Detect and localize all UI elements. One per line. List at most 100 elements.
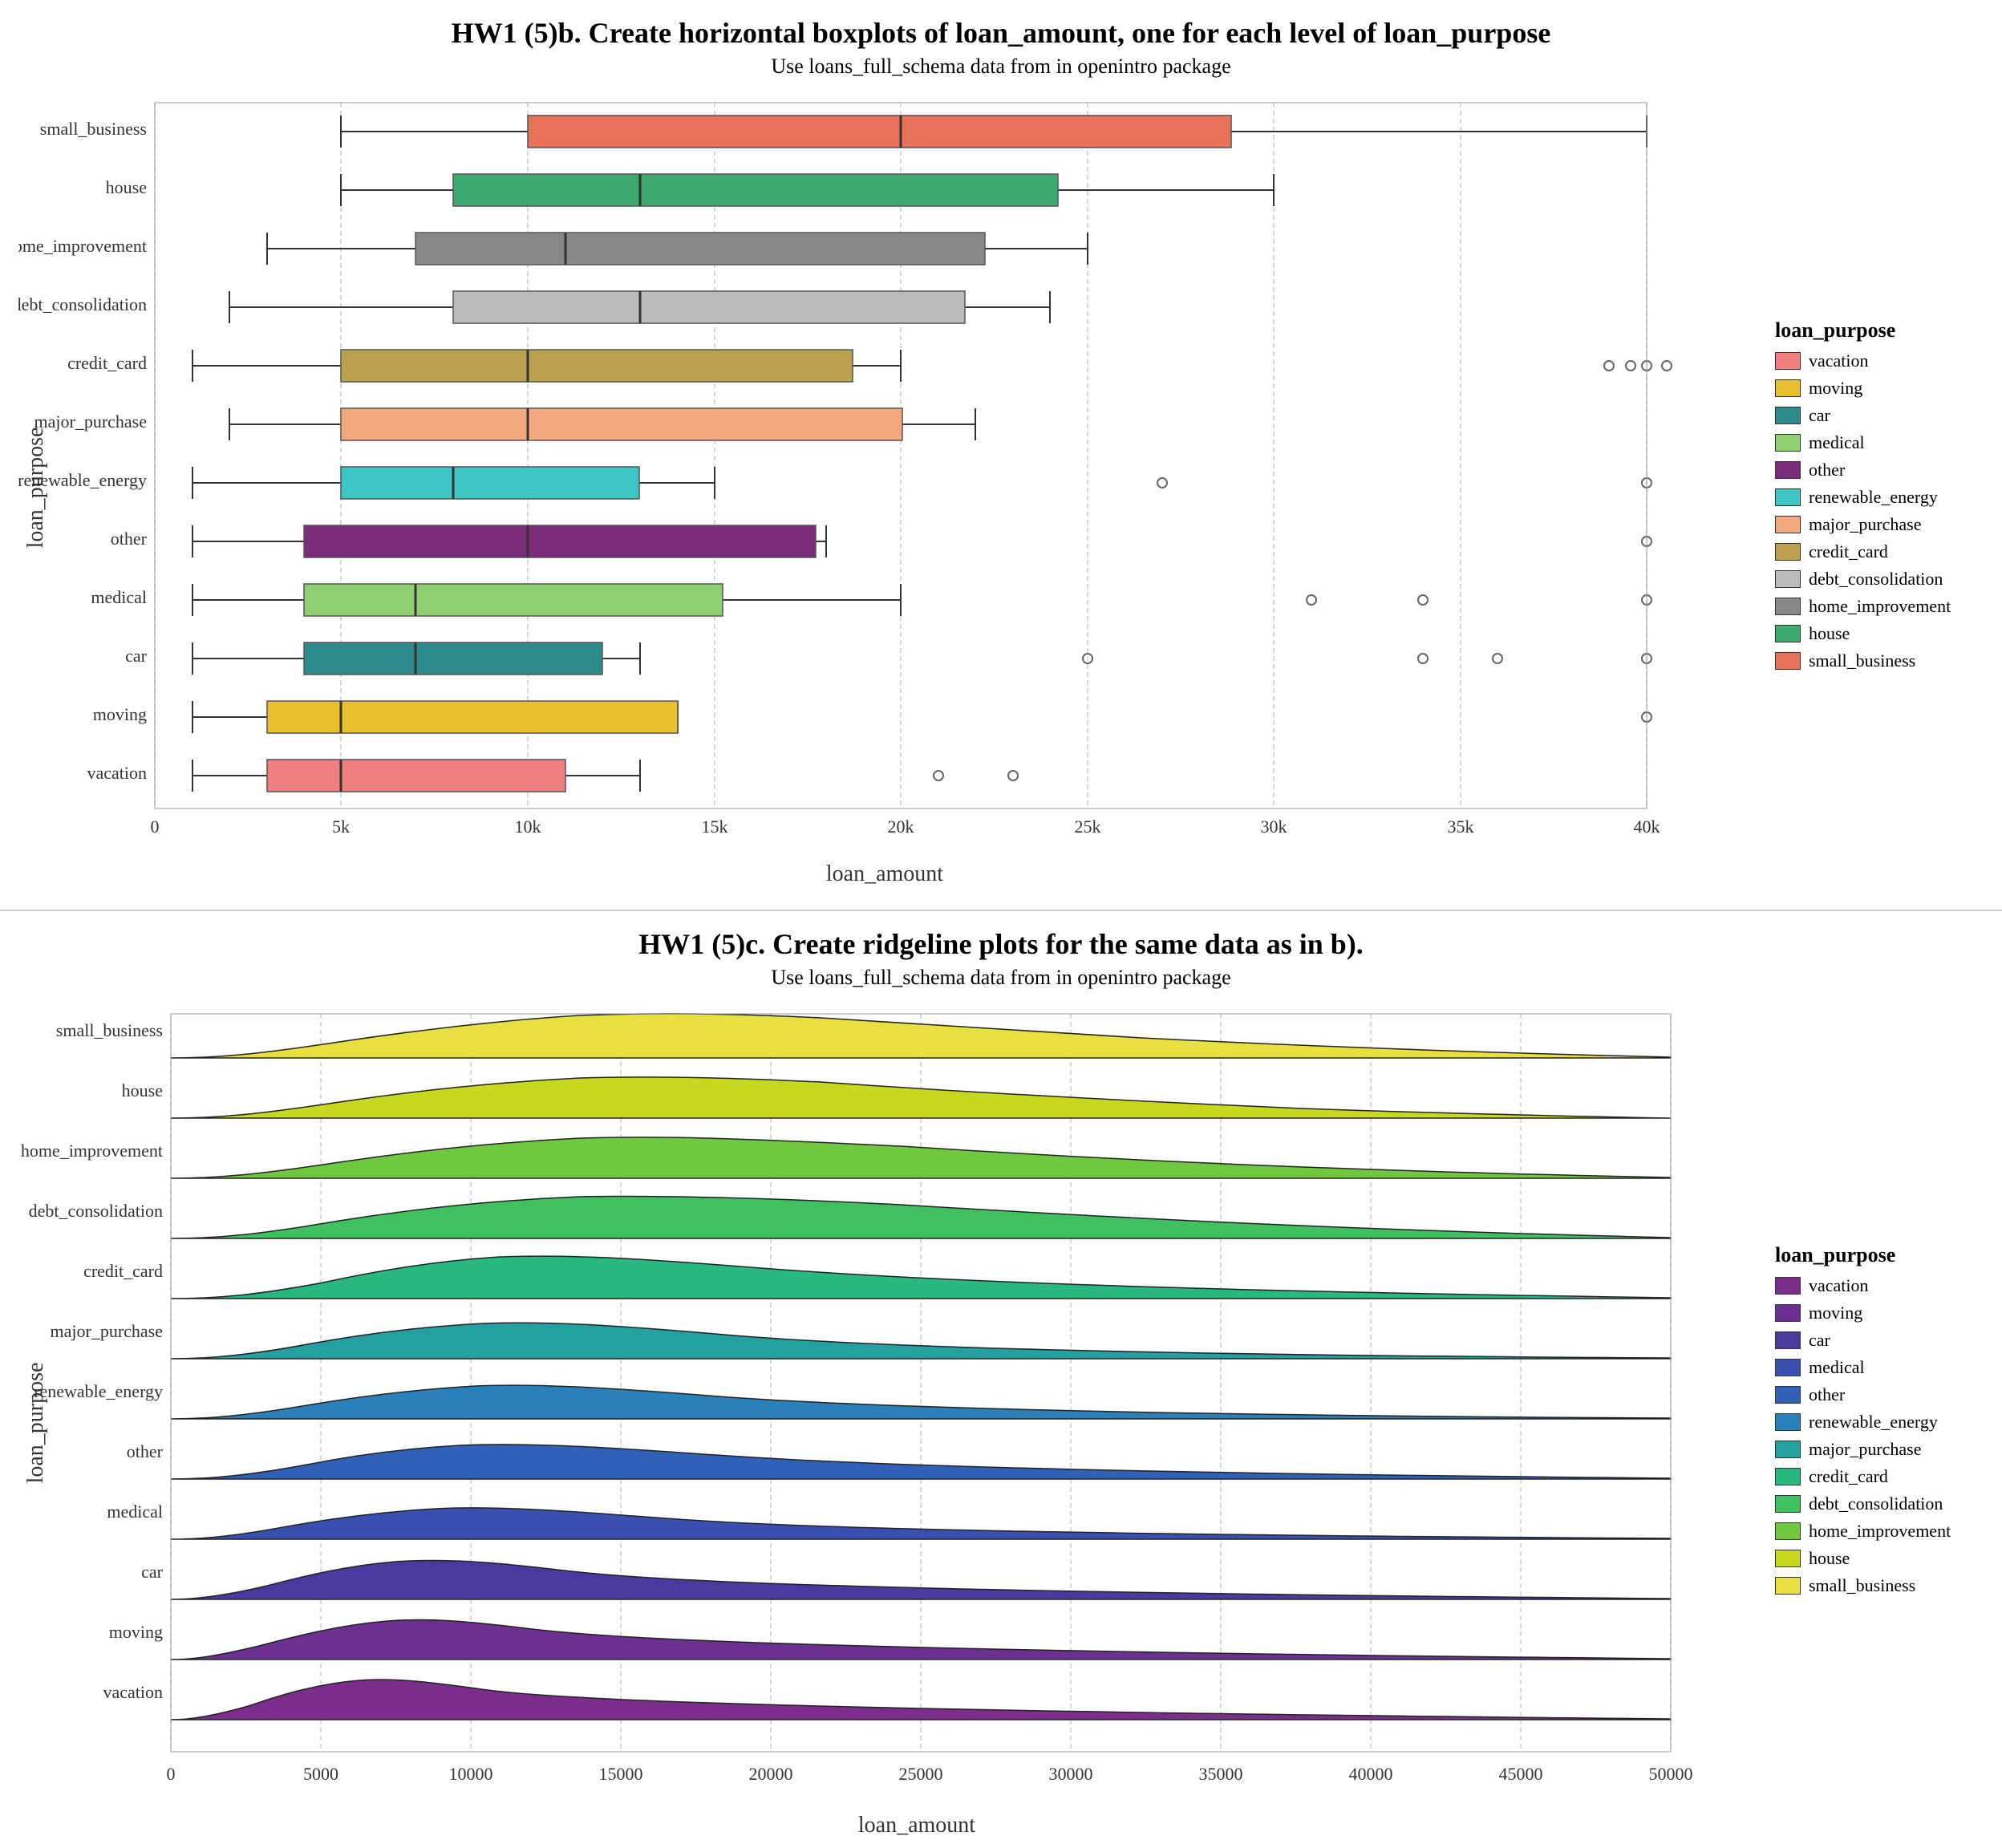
boxplot-svg: .axis-text { font-family: Georgia, serif…	[18, 87, 1703, 889]
legend-item-medical: medical	[1775, 432, 1976, 453]
legend-item-house: house	[1775, 623, 1976, 644]
label-other: other	[1809, 460, 1845, 480]
legend-item-other: other	[1775, 460, 1976, 480]
label-small_business: small_business	[1809, 650, 1915, 671]
ridgeline-legend-title: loan_purpose	[1775, 1243, 1976, 1267]
ridgeline-legend: loan_purpose vacation moving car medical	[1759, 998, 1984, 1840]
xtick-15k: 15k	[702, 817, 728, 837]
ryabel-moving: moving	[109, 1622, 163, 1642]
boxplot-legend: loan_purpose vacation moving car medical	[1759, 87, 1984, 902]
rlegend-item-vacation: vacation	[1775, 1275, 1976, 1296]
boxplot-legend-title: loan_purpose	[1775, 318, 1976, 342]
ridgeline-section: HW1 (5)c. Create ridgeline plots for the…	[0, 911, 2002, 1848]
rswatch-car	[1775, 1331, 1801, 1349]
rlegend-item-other: other	[1775, 1384, 1976, 1405]
rxtick-15k: 15000	[599, 1764, 643, 1784]
page: HW1 (5)b. Create horizontal boxplots of …	[0, 0, 2002, 1848]
rxtick-0: 0	[167, 1764, 176, 1784]
rxtick-5k: 5000	[303, 1764, 338, 1784]
rxtick-35k: 35000	[1199, 1764, 1243, 1784]
box-renewable_energy	[341, 467, 639, 499]
box-vacation	[267, 760, 565, 792]
outlier-medical-1	[1307, 595, 1316, 605]
outlier-cc-1	[1604, 361, 1614, 371]
swatch-major_purchase	[1775, 516, 1801, 533]
label-moving: moving	[1809, 378, 1862, 399]
swatch-house	[1775, 625, 1801, 642]
rlabel-small_business: small_business	[1809, 1575, 1915, 1596]
rxtick-30k: 30000	[1049, 1764, 1093, 1784]
rswatch-house	[1775, 1550, 1801, 1567]
rlabel-home_improvement: home_improvement	[1809, 1521, 1951, 1542]
swatch-medical	[1775, 434, 1801, 452]
label-car: car	[1809, 405, 1830, 426]
ryabel-other: other	[127, 1441, 164, 1461]
swatch-home_improvement	[1775, 598, 1801, 615]
rlegend-item-moving: moving	[1775, 1303, 1976, 1323]
rlegend-item-renewable_energy: renewable_energy	[1775, 1412, 1976, 1433]
label-house: house	[1809, 623, 1850, 644]
box-medical	[304, 584, 723, 616]
box-other	[304, 525, 816, 557]
swatch-car	[1775, 407, 1801, 424]
ridgeline-svg: .axis-text { font-family: Georgia, serif…	[18, 998, 1703, 1840]
box-car	[304, 642, 602, 675]
outlier-cc-4	[1662, 361, 1672, 371]
box-major_purchase	[341, 408, 902, 440]
ylabel-moving: moving	[93, 704, 147, 724]
rswatch-medical	[1775, 1359, 1801, 1376]
swatch-credit_card	[1775, 543, 1801, 561]
swatch-moving	[1775, 379, 1801, 397]
outlier-re-1	[1157, 478, 1167, 488]
ridgeline-xlabel: loan_amount	[858, 1813, 975, 1838]
rlegend-item-major_purchase: major_purchase	[1775, 1439, 1976, 1460]
rlabel-medical: medical	[1809, 1357, 1865, 1378]
ylabel-credit_card: credit_card	[67, 353, 147, 373]
outlier-car-2	[1418, 654, 1428, 663]
ryabel-dc: debt_consolidation	[29, 1201, 163, 1221]
swatch-renewable_energy	[1775, 488, 1801, 506]
rlabel-credit_card: credit_card	[1809, 1466, 1888, 1487]
label-credit_card: credit_card	[1809, 541, 1888, 562]
legend-item-major_purchase: major_purchase	[1775, 514, 1976, 535]
ridgeline-title: HW1 (5)c. Create ridgeline plots for the…	[638, 927, 1364, 961]
rlabel-house: house	[1809, 1548, 1850, 1569]
ylabel-house: house	[106, 177, 147, 197]
rlegend-item-credit_card: credit_card	[1775, 1466, 1976, 1487]
rlegend-item-small_business: small_business	[1775, 1575, 1976, 1596]
rswatch-vacation	[1775, 1277, 1801, 1295]
rlabel-vacation: vacation	[1809, 1275, 1869, 1296]
legend-item-vacation: vacation	[1775, 351, 1976, 371]
ryabel-cc: credit_card	[83, 1261, 163, 1281]
box-home_improvement	[415, 233, 985, 265]
rxtick-45k: 45000	[1499, 1764, 1543, 1784]
ylabel-major_purchase: major_purchase	[34, 411, 148, 432]
box-moving	[267, 701, 678, 733]
ylabel-debt_consolidation: debt_consolidation	[18, 294, 147, 314]
ridgeline-plot: .axis-text { font-family: Georgia, serif…	[18, 998, 1759, 1840]
rlegend-item-house: house	[1775, 1548, 1976, 1569]
box-house	[453, 174, 1058, 206]
legend-item-home_improvement: home_improvement	[1775, 596, 1976, 617]
rlabel-major_purchase: major_purchase	[1809, 1439, 1922, 1460]
rlabel-debt_consolidation: debt_consolidation	[1809, 1493, 1943, 1514]
swatch-other	[1775, 461, 1801, 479]
rswatch-major_purchase	[1775, 1441, 1801, 1458]
ryabel-vacation: vacation	[103, 1682, 163, 1702]
ylabel-medical: medical	[91, 587, 147, 607]
outlier-car-3	[1493, 654, 1502, 663]
ryabel-sb: small_business	[56, 1020, 163, 1040]
xtick-5k: 5k	[332, 817, 350, 837]
box-debt_consolidation	[453, 291, 965, 323]
label-debt_consolidation: debt_consolidation	[1809, 569, 1943, 590]
rlabel-other: other	[1809, 1384, 1845, 1405]
rlabel-moving: moving	[1809, 1303, 1862, 1323]
ylabel-vacation: vacation	[87, 763, 147, 783]
label-major_purchase: major_purchase	[1809, 514, 1922, 535]
rswatch-credit_card	[1775, 1468, 1801, 1485]
rxtick-25k: 25000	[899, 1764, 943, 1784]
label-vacation: vacation	[1809, 351, 1869, 371]
legend-item-moving: moving	[1775, 378, 1976, 399]
rswatch-home_improvement	[1775, 1522, 1801, 1540]
rlegend-item-debt_consolidation: debt_consolidation	[1775, 1493, 1976, 1514]
